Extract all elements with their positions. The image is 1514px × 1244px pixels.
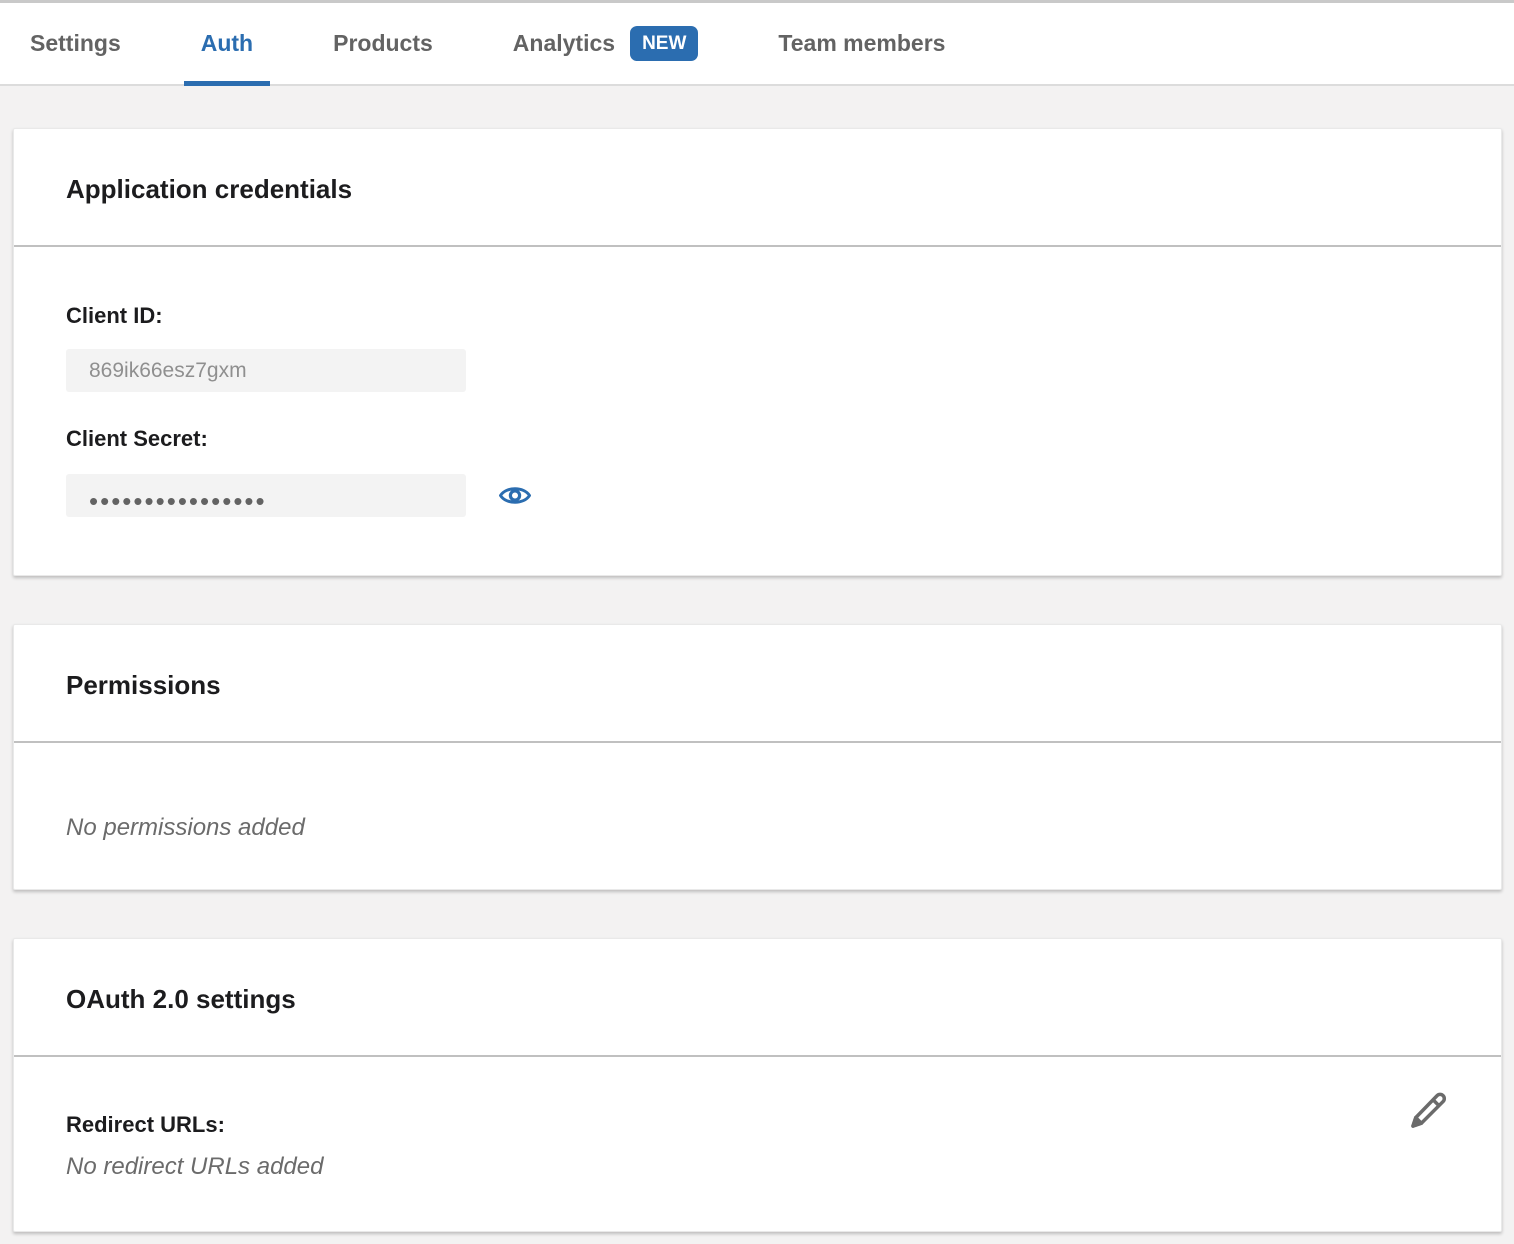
client-id-value[interactable]: 869ik66esz7gxm xyxy=(66,349,466,392)
tab-products-label: Products xyxy=(333,30,433,57)
client-secret-value[interactable]: •••••••••••••••• xyxy=(66,474,466,517)
permissions-title: Permissions xyxy=(66,670,1449,701)
client-id-label: Client ID: xyxy=(66,303,1449,329)
new-badge: NEW xyxy=(630,26,698,61)
redirect-urls-label: Redirect URLs: xyxy=(66,1111,1449,1138)
tab-team-members[interactable]: Team members xyxy=(778,3,945,84)
tab-analytics[interactable]: Analytics NEW xyxy=(513,3,699,84)
tab-settings[interactable]: Settings xyxy=(30,3,121,84)
application-credentials-card: Application credentials Client ID: 869ik… xyxy=(13,128,1502,576)
application-credentials-header: Application credentials xyxy=(14,129,1501,247)
redirect-urls-empty-text: No redirect URLs added xyxy=(66,1152,1449,1181)
edit-redirect-urls-button[interactable] xyxy=(1407,1090,1449,1132)
application-credentials-title: Application credentials xyxy=(66,174,1449,205)
reveal-secret-button[interactable] xyxy=(498,483,532,508)
pencil-icon xyxy=(1407,1090,1449,1132)
oauth-settings-card: OAuth 2.0 settings Redirect URLs: No red… xyxy=(13,938,1502,1232)
oauth-settings-header: OAuth 2.0 settings xyxy=(14,939,1501,1057)
tab-analytics-label: Analytics xyxy=(513,30,615,57)
permissions-header: Permissions xyxy=(14,625,1501,743)
tab-products[interactable]: Products xyxy=(333,3,433,84)
application-credentials-body: Client ID: 869ik66esz7gxm Client Secret:… xyxy=(14,247,1501,575)
tab-bar: Settings Auth Products Analytics NEW Tea… xyxy=(0,0,1514,86)
tab-auth[interactable]: Auth xyxy=(201,3,253,84)
eye-icon xyxy=(498,483,532,508)
tab-settings-label: Settings xyxy=(30,30,121,57)
permissions-body: No permissions added xyxy=(14,743,1501,889)
oauth-settings-body: Redirect URLs: No redirect URLs added xyxy=(14,1057,1501,1231)
permissions-card: Permissions No permissions added xyxy=(13,624,1502,890)
client-secret-label: Client Secret: xyxy=(66,426,1449,452)
tab-team-members-label: Team members xyxy=(778,30,945,57)
main-content: Application credentials Client ID: 869ik… xyxy=(0,86,1514,1232)
permissions-empty-text: No permissions added xyxy=(66,813,1449,842)
client-secret-row: •••••••••••••••• xyxy=(66,452,1449,517)
tab-auth-label: Auth xyxy=(201,30,253,57)
oauth-settings-title: OAuth 2.0 settings xyxy=(66,984,1449,1015)
